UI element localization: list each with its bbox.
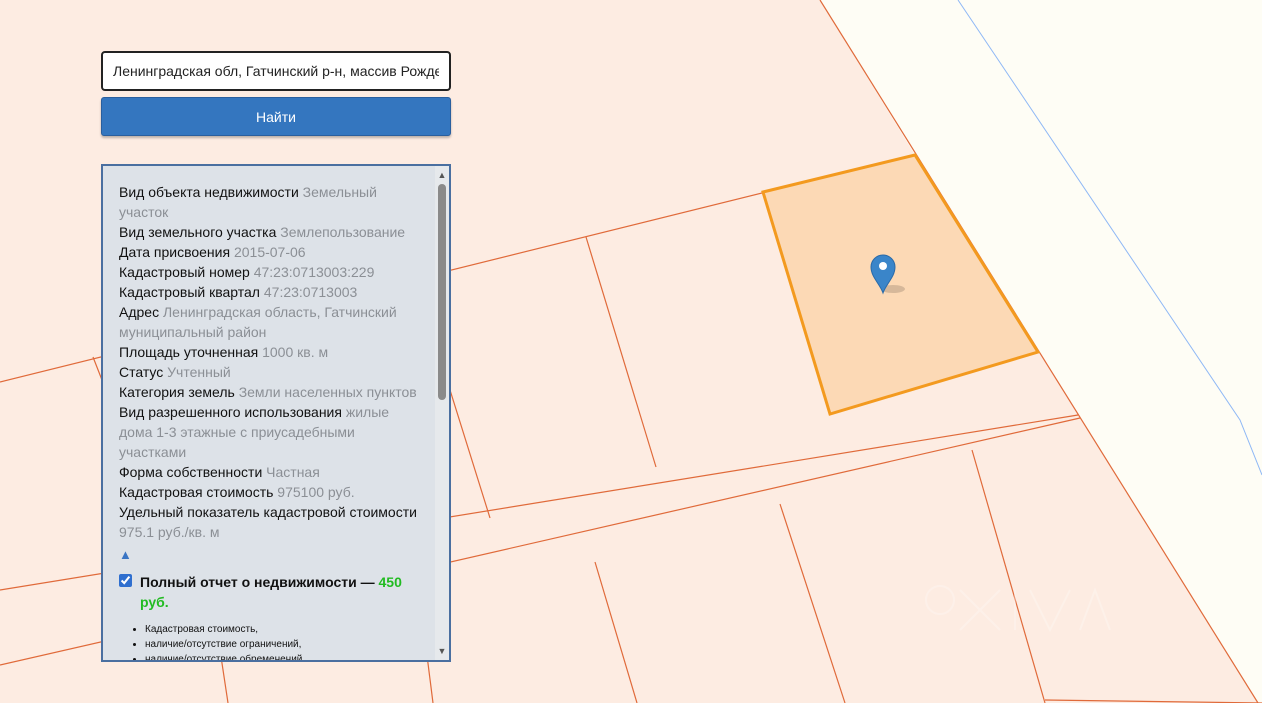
detail-row: Адрес Ленинградская область, Гатчинский … bbox=[119, 302, 421, 342]
detail-value: Учтенный bbox=[167, 364, 231, 380]
detail-label: Вид объекта недвижимости bbox=[119, 184, 299, 200]
detail-label: Адрес bbox=[119, 304, 160, 320]
detail-row: Категория земель Земли населенных пункто… bbox=[119, 382, 421, 402]
detail-value: Ленинградская область, Гатчинский муници… bbox=[119, 304, 397, 340]
full-report-option[interactable]: Полный отчет о недвижимости — 450 руб. bbox=[119, 572, 421, 612]
panel-scrollbar[interactable]: ▲ ▼ bbox=[435, 166, 449, 660]
detail-label: Форма собственности bbox=[119, 464, 263, 480]
full-report-label: Полный отчет о недвижимости — bbox=[140, 574, 375, 590]
detail-value: 1000 кв. м bbox=[262, 344, 329, 360]
detail-label: Вид разрешенного использования bbox=[119, 404, 342, 420]
scroll-down-arrow-icon[interactable]: ▼ bbox=[435, 644, 449, 658]
full-report-title: Полный отчет о недвижимости — 450 руб. bbox=[140, 572, 421, 612]
address-search-input[interactable] bbox=[101, 51, 451, 91]
property-info-panel[interactable]: Вид объекта недвижимости Земельный участ… bbox=[101, 164, 451, 662]
detail-value: Частная bbox=[266, 464, 320, 480]
detail-value: 975100 руб. bbox=[277, 484, 355, 500]
detail-label: Вид земельного участка bbox=[119, 224, 277, 240]
detail-label: Площадь уточненная bbox=[119, 344, 259, 360]
report-features-list: Кадастровая стоимость, наличие/отсутстви… bbox=[119, 622, 421, 660]
detail-value: 47:23:0713003:229 bbox=[253, 264, 375, 280]
detail-row: Кадастровый квартал 47:23:0713003 bbox=[119, 282, 421, 302]
detail-label: Кадастровый квартал bbox=[119, 284, 260, 300]
detail-label: Удельный показатель кадастровой стоимост… bbox=[119, 504, 417, 520]
detail-value: Землепользование bbox=[280, 224, 406, 240]
list-item: наличие/отсутствие обременений, bbox=[145, 652, 421, 660]
scroll-up-arrow-icon[interactable]: ▲ bbox=[435, 168, 449, 182]
detail-label: Дата присвоения bbox=[119, 244, 231, 260]
detail-row: Вид земельного участка Землепользование bbox=[119, 222, 421, 242]
list-item: наличие/отсутствие ограничений, bbox=[145, 637, 421, 652]
property-info-content: Вид объекта недвижимости Земельный участ… bbox=[119, 182, 421, 660]
detail-label: Кадастровый номер bbox=[119, 264, 250, 280]
detail-row: Вид разрешенного использования жилые дом… bbox=[119, 402, 421, 462]
detail-value: 47:23:0713003 bbox=[263, 284, 358, 300]
list-item: Кадастровая стоимость, bbox=[145, 622, 421, 637]
property-details: Вид объекта недвижимости Земельный участ… bbox=[119, 182, 421, 542]
full-report-checkbox[interactable] bbox=[119, 574, 132, 587]
detail-row: Статус Учтенный bbox=[119, 362, 421, 382]
detail-row: Форма собственности Частная bbox=[119, 462, 421, 482]
detail-value: 2015-07-06 bbox=[233, 244, 306, 260]
detail-row: Площадь уточненная 1000 кв. м bbox=[119, 342, 421, 362]
scroll-thumb[interactable] bbox=[438, 184, 446, 400]
detail-value: 975.1 руб./кв. м bbox=[119, 524, 220, 540]
detail-row: Вид объекта недвижимости Земельный участ… bbox=[119, 182, 421, 222]
detail-row: Удельный показатель кадастровой стоимост… bbox=[119, 502, 421, 542]
detail-row: Кадастровая стоимость 975100 руб. bbox=[119, 482, 421, 502]
detail-row: Кадастровый номер 47:23:0713003:229 bbox=[119, 262, 421, 282]
detail-row: Дата присвоения 2015-07-06 bbox=[119, 242, 421, 262]
detail-label: Категория земель bbox=[119, 384, 235, 400]
triangle-up-icon[interactable]: ▲ bbox=[119, 546, 421, 564]
find-button[interactable]: Найти bbox=[101, 97, 451, 136]
detail-label: Статус bbox=[119, 364, 164, 380]
detail-value: Земли населенных пунктов bbox=[238, 384, 417, 400]
detail-label: Кадастровая стоимость bbox=[119, 484, 274, 500]
